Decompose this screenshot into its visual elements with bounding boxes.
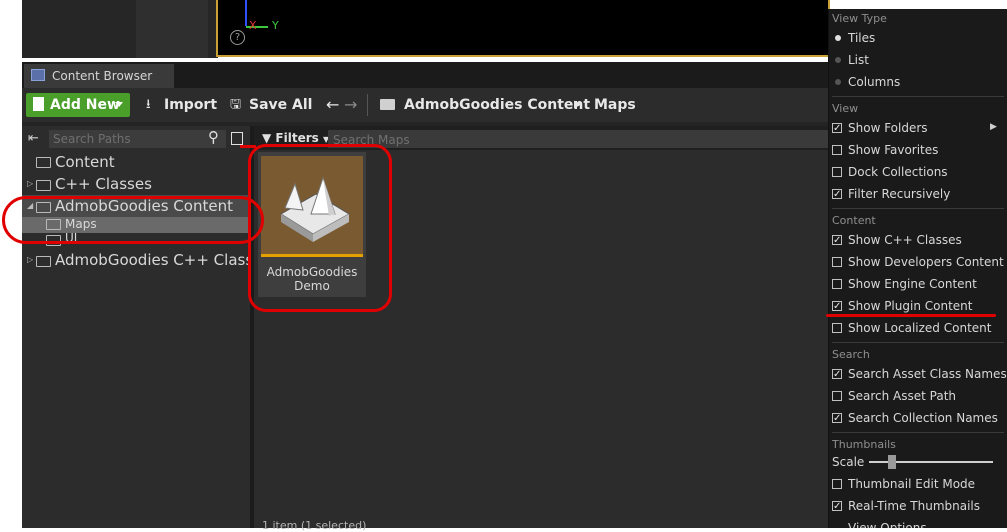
tree-item-admobgoodies-cpp[interactable]: AdmobGoodies C++ Classe (55, 250, 248, 270)
import-button[interactable]: Import (164, 93, 217, 117)
menu-item-show-localized[interactable]: Show Localized Content (848, 320, 991, 336)
annotation-circle-tree (2, 196, 264, 244)
help-icon[interactable]: ? (230, 30, 245, 45)
menu-item-show-plugin[interactable]: Show Plugin Content (848, 298, 972, 314)
checkbox-realtime-thumbnails[interactable]: ✓ (832, 501, 842, 512)
back-arrow-icon[interactable]: ← (326, 93, 339, 117)
menu-item-dock-collections[interactable]: Dock Collections (848, 164, 948, 180)
menu-item-list[interactable]: List (848, 52, 869, 68)
checkbox-show-folders[interactable]: ✓ (832, 123, 842, 134)
toolbar-divider (367, 94, 368, 116)
forward-arrow-icon[interactable]: → (344, 93, 357, 117)
annotation-underline-plugin (826, 314, 996, 317)
checkbox-thumbnail-edit-mode[interactable] (832, 479, 842, 489)
menu-item-realtime-thumbnails[interactable]: Real-Time Thumbnails (848, 498, 980, 514)
checkbox-filter-recursively[interactable]: ✓ (832, 189, 842, 200)
menu-header-view: View (832, 102, 859, 115)
menu-header-search: Search (832, 348, 870, 361)
checkbox-show-localized[interactable] (832, 323, 842, 333)
menu-header-content: Content (832, 214, 876, 227)
breadcrumb-separator-icon: ▶ (574, 99, 582, 110)
menu-header-thumbnails: Thumbnails (832, 438, 896, 451)
menu-item-search-collection-names[interactable]: Search Collection Names (848, 410, 998, 426)
menu-header-view-type: View Type (832, 12, 887, 25)
filters-label: Filters (275, 131, 319, 145)
menu-divider (832, 342, 1004, 343)
menu-item-show-developers[interactable]: Show Developers Content (848, 254, 1004, 270)
gizmo-y-label: Y (272, 19, 279, 32)
menu-divider (832, 96, 1004, 97)
folder-cpp-icon (36, 256, 51, 267)
checkbox-search-asset-path[interactable] (832, 391, 842, 401)
expand-arrow-icon[interactable]: ▷ (27, 255, 33, 264)
search-paths-input[interactable]: Search Paths (49, 130, 226, 148)
menu-item-columns[interactable]: Columns (848, 74, 900, 90)
menu-divider (832, 208, 1004, 209)
radio-tiles-icon (835, 35, 841, 41)
expand-arrow-icon[interactable]: ▷ (27, 179, 33, 188)
checkbox-show-developers[interactable] (832, 257, 842, 267)
gizmo-z-axis (245, 0, 247, 26)
left-panel-remnant (22, 0, 136, 58)
folder-icon (36, 157, 51, 168)
checkbox-search-class-names[interactable]: ✓ (832, 369, 842, 380)
status-text: 1 item (1 selected) (262, 519, 367, 532)
menu-item-filter-recursively[interactable]: Filter Recursively (848, 186, 950, 202)
scale-slider-handle[interactable] (888, 455, 896, 469)
breadcrumb-item-content[interactable]: AdmobGoodies Content (404, 93, 590, 117)
folder-icon (380, 99, 395, 110)
radio-columns-icon (835, 79, 841, 85)
checkbox-search-collection-names[interactable]: ✓ (832, 413, 842, 424)
filters-button[interactable]: ▼ Filters ▼ (262, 131, 329, 145)
checkbox-show-engine[interactable] (832, 279, 842, 289)
tab-content-browser[interactable]: Content Browser (24, 64, 174, 88)
menu-item-show-engine[interactable]: Show Engine Content (848, 276, 977, 292)
filter-icon: ▼ (262, 131, 272, 145)
import-icon: ⭳ (146, 97, 151, 112)
checkbox-show-cpp[interactable]: ✓ (832, 235, 842, 246)
tree-item-cpp-classes[interactable]: C++ Classes (55, 174, 152, 194)
chevron-down-icon (115, 102, 123, 107)
content-browser-icon (31, 69, 45, 81)
search-maps-input[interactable]: Search Maps (328, 130, 830, 148)
gizmo-x-label: X (249, 19, 257, 32)
menu-item-search-class-names[interactable]: Search Asset Class Names (848, 366, 1007, 382)
save-all-button[interactable]: Save All (249, 93, 312, 117)
menu-item-tiles[interactable]: Tiles (848, 30, 875, 46)
menu-item-search-asset-path[interactable]: Search Asset Path (848, 388, 956, 404)
checkbox-dock-collections[interactable] (832, 167, 842, 177)
breadcrumb-item-maps[interactable]: Maps (594, 93, 636, 117)
menu-item-thumbnail-edit-mode[interactable]: Thumbnail Edit Mode (848, 476, 975, 492)
menu-item-show-cpp-classes[interactable]: Show C++ Classes (848, 232, 962, 248)
left-panel-remnant-2 (136, 0, 208, 58)
checkbox-show-favorites[interactable] (832, 145, 842, 155)
submenu-arrow-icon: ▶ (990, 122, 997, 132)
view-options-footer[interactable]: View Options (848, 520, 927, 528)
folder-cpp-icon (36, 180, 51, 191)
radio-list-icon (835, 57, 841, 63)
menu-item-scale: Scale (832, 455, 865, 469)
menu-item-show-folders[interactable]: Show Folders (848, 120, 928, 136)
path-view-options-icon[interactable] (231, 132, 243, 145)
annotation-circle-asset (248, 144, 392, 312)
save-icon: 🖫 (230, 97, 242, 112)
checkbox-show-plugin[interactable]: ✓ (832, 301, 842, 312)
tree-item-content[interactable]: Content (55, 152, 115, 172)
new-file-icon (33, 97, 44, 111)
collapse-sources-icon[interactable]: ⇤ (28, 131, 39, 146)
menu-item-show-favorites[interactable]: Show Favorites (848, 142, 938, 158)
search-icon: ⚲ (208, 128, 219, 146)
level-viewport[interactable] (216, 0, 830, 57)
annotation-underline-options (240, 145, 256, 148)
menu-divider (832, 432, 1004, 433)
